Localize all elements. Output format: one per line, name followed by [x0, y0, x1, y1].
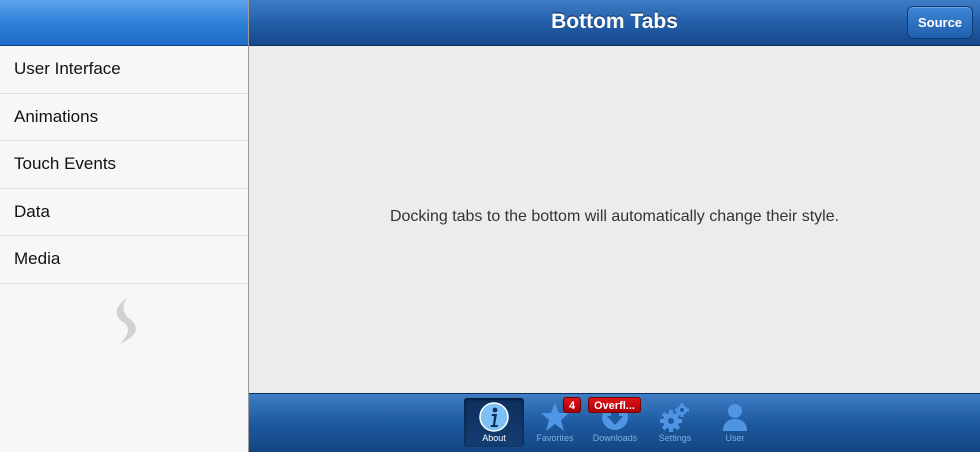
title-bar: Bottom Tabs Source — [249, 0, 980, 46]
sidebar-header — [0, 0, 248, 46]
gears-icon — [660, 403, 689, 432]
sidebar-item-touch-events[interactable]: Touch Events — [0, 141, 248, 189]
user-icon — [723, 404, 747, 431]
sidebar: User Interface Animations Touch Events D… — [0, 0, 249, 452]
tab-user-label: User — [725, 433, 745, 443]
bottom-tab-bar: About Favorites 4 Downloads Overfl... Se… — [249, 393, 980, 452]
sidebar-item-data[interactable]: Data — [0, 189, 248, 236]
sidebar-item-user-interface[interactable]: User Interface — [0, 46, 248, 94]
tab-about[interactable]: About — [464, 398, 524, 447]
content-message: Docking tabs to the bottom will automati… — [389, 208, 840, 225]
info-icon — [479, 402, 509, 432]
tab-settings[interactable]: Settings — [645, 398, 705, 447]
sidebar-item-media[interactable]: Media — [0, 236, 248, 284]
sencha-logo-icon — [116, 298, 136, 344]
tab-user[interactable]: User — [705, 398, 765, 447]
main-panel: Bottom Tabs Source Docking tabs to the b… — [249, 0, 980, 452]
sidebar-item-animations[interactable]: Animations — [0, 94, 248, 141]
downloads-badge: Overfl... — [588, 397, 641, 413]
favorites-badge: 4 — [563, 397, 582, 413]
source-button[interactable]: Source — [907, 6, 973, 39]
page-title: Bottom Tabs — [551, 10, 678, 33]
